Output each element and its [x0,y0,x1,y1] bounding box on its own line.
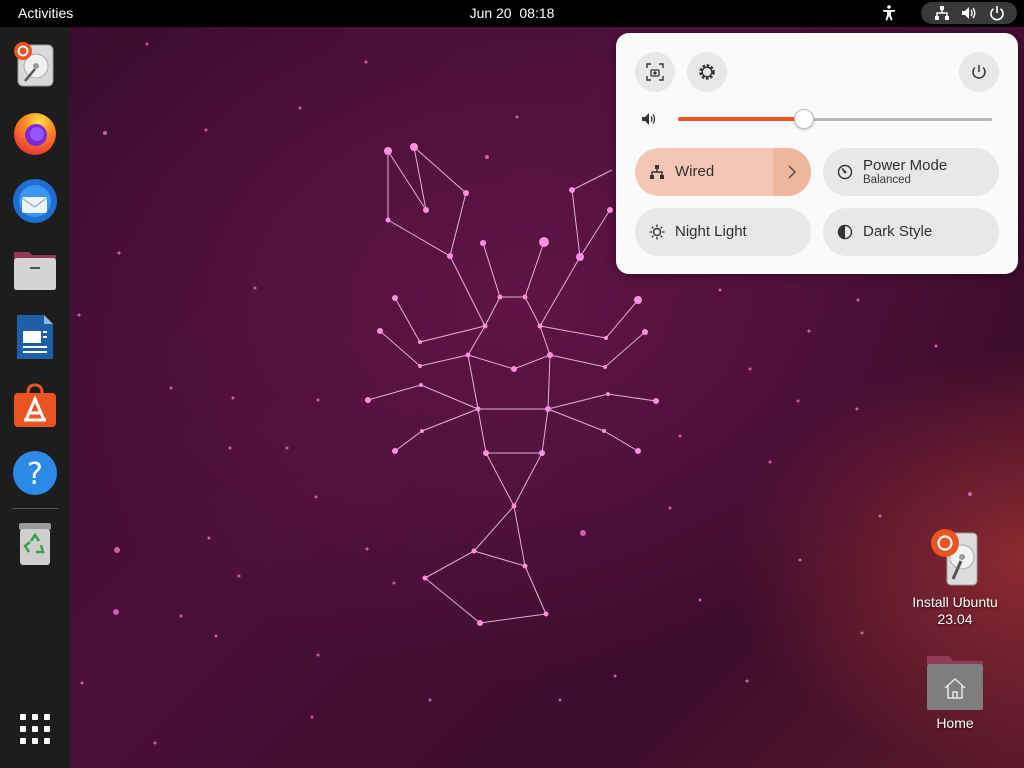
settings-icon [699,64,715,80]
wired-toggle[interactable]: Wired [635,148,811,196]
top-bar: Activities Jun 20 08:18 [0,0,1024,27]
power-icon [990,6,1004,21]
volume-slider[interactable] [678,109,992,129]
dock-libreoffice-writer[interactable] [11,313,59,361]
wired-toggle-main[interactable]: Wired [635,148,773,196]
clock-time[interactable]: 08:18 [519,5,554,21]
software-icon [14,383,56,427]
power-mode-toggle[interactable]: Power Mode Balanced [823,148,999,196]
desktop-icon-label-version: 23.04 [937,611,973,627]
wired-toggle-label: Wired [675,163,715,180]
speaker-icon[interactable] [641,111,657,127]
dock-files[interactable] [11,245,59,293]
quick-settings-panel: Wired Power Mode Balanced Night Light Da… [616,33,1018,274]
show-apps-button[interactable] [11,705,59,753]
help-icon: ? [13,451,57,495]
screenshot-button[interactable] [635,52,675,92]
power-off-button[interactable] [959,52,999,92]
files-icon [14,252,56,290]
settings-button[interactable] [687,52,727,92]
desktop-icon-label: Home [936,715,974,731]
chevron-right-icon [788,165,796,179]
installer-icon [931,529,978,586]
volume-slider-handle[interactable] [794,109,814,129]
power-icon [972,65,986,79]
dock-separator [12,508,58,509]
screenshot-icon [646,63,664,81]
network-wired-icon [650,165,664,179]
thunderbird-icon [13,179,57,223]
volume-icon [962,7,976,19]
volume-slider-fill [678,117,804,121]
dock-thunderbird[interactable] [11,177,59,225]
accessibility-icon[interactable] [880,4,898,22]
night-light-toggle[interactable]: Night Light [635,208,811,256]
power-mode-icon [837,164,853,180]
dock-install-ubuntu[interactable] [11,41,59,89]
dark-style-label: Dark Style [863,223,933,240]
dock-firefox[interactable] [11,109,59,157]
dock-ubuntu-software[interactable] [11,381,59,429]
firefox-icon [14,113,56,155]
system-status-menu[interactable] [921,2,1017,24]
dock-help[interactable]: ? [11,449,59,497]
power-mode-label: Power Mode [863,157,948,174]
desktop-icon-label: Install Ubuntu [912,594,998,610]
clock: Jun 20 08:18 [0,5,1024,21]
power-mode-value: Balanced [863,174,911,186]
trash-icon [19,523,51,565]
wired-toggle-expand[interactable] [773,148,811,196]
night-light-label: Night Light [675,223,747,240]
desktop-icon-install-ubuntu[interactable]: Install Ubuntu 23.04 [905,527,1005,628]
network-wired-icon [935,6,949,20]
clock-date[interactable]: Jun 20 [470,5,512,21]
desktop-icon-home[interactable]: Home [905,654,1005,732]
writer-icon [17,315,53,359]
svg-text:?: ? [27,457,43,492]
activities-button[interactable]: Activities [18,5,73,21]
dark-style-icon [837,224,853,240]
dark-style-toggle[interactable]: Dark Style [823,208,999,256]
installer-icon [14,42,54,87]
dock: ? [0,27,70,768]
app-grid-icon [20,714,50,744]
dock-trash[interactable] [11,519,59,567]
home-folder-icon [927,656,983,710]
night-light-icon [649,224,665,240]
